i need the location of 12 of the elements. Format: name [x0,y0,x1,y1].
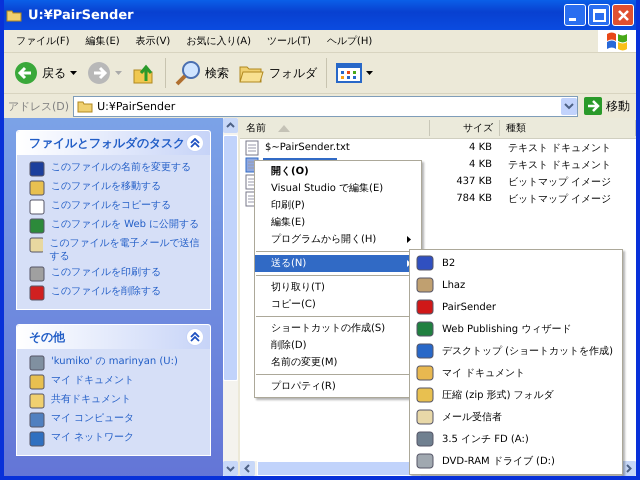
panel-title: ファイルとフォルダのタスク [29,134,186,152]
file-type: テキスト ドキュメント [507,142,612,154]
file-type: ビットマップ イメージ [507,176,612,188]
file-size: 437 KB [455,176,493,187]
file-type: ビットマップ イメージ [507,192,612,206]
panel-title: その他 [29,328,66,346]
window-title: U:¥PairSender [28,8,135,22]
address-label: アドレス(D) [8,98,70,114]
file-size: 784 KB [455,193,493,204]
file-size: 4 KB [468,159,493,170]
file-type: テキスト ドキュメント [507,158,612,172]
file-size: 4 KB [468,142,493,153]
